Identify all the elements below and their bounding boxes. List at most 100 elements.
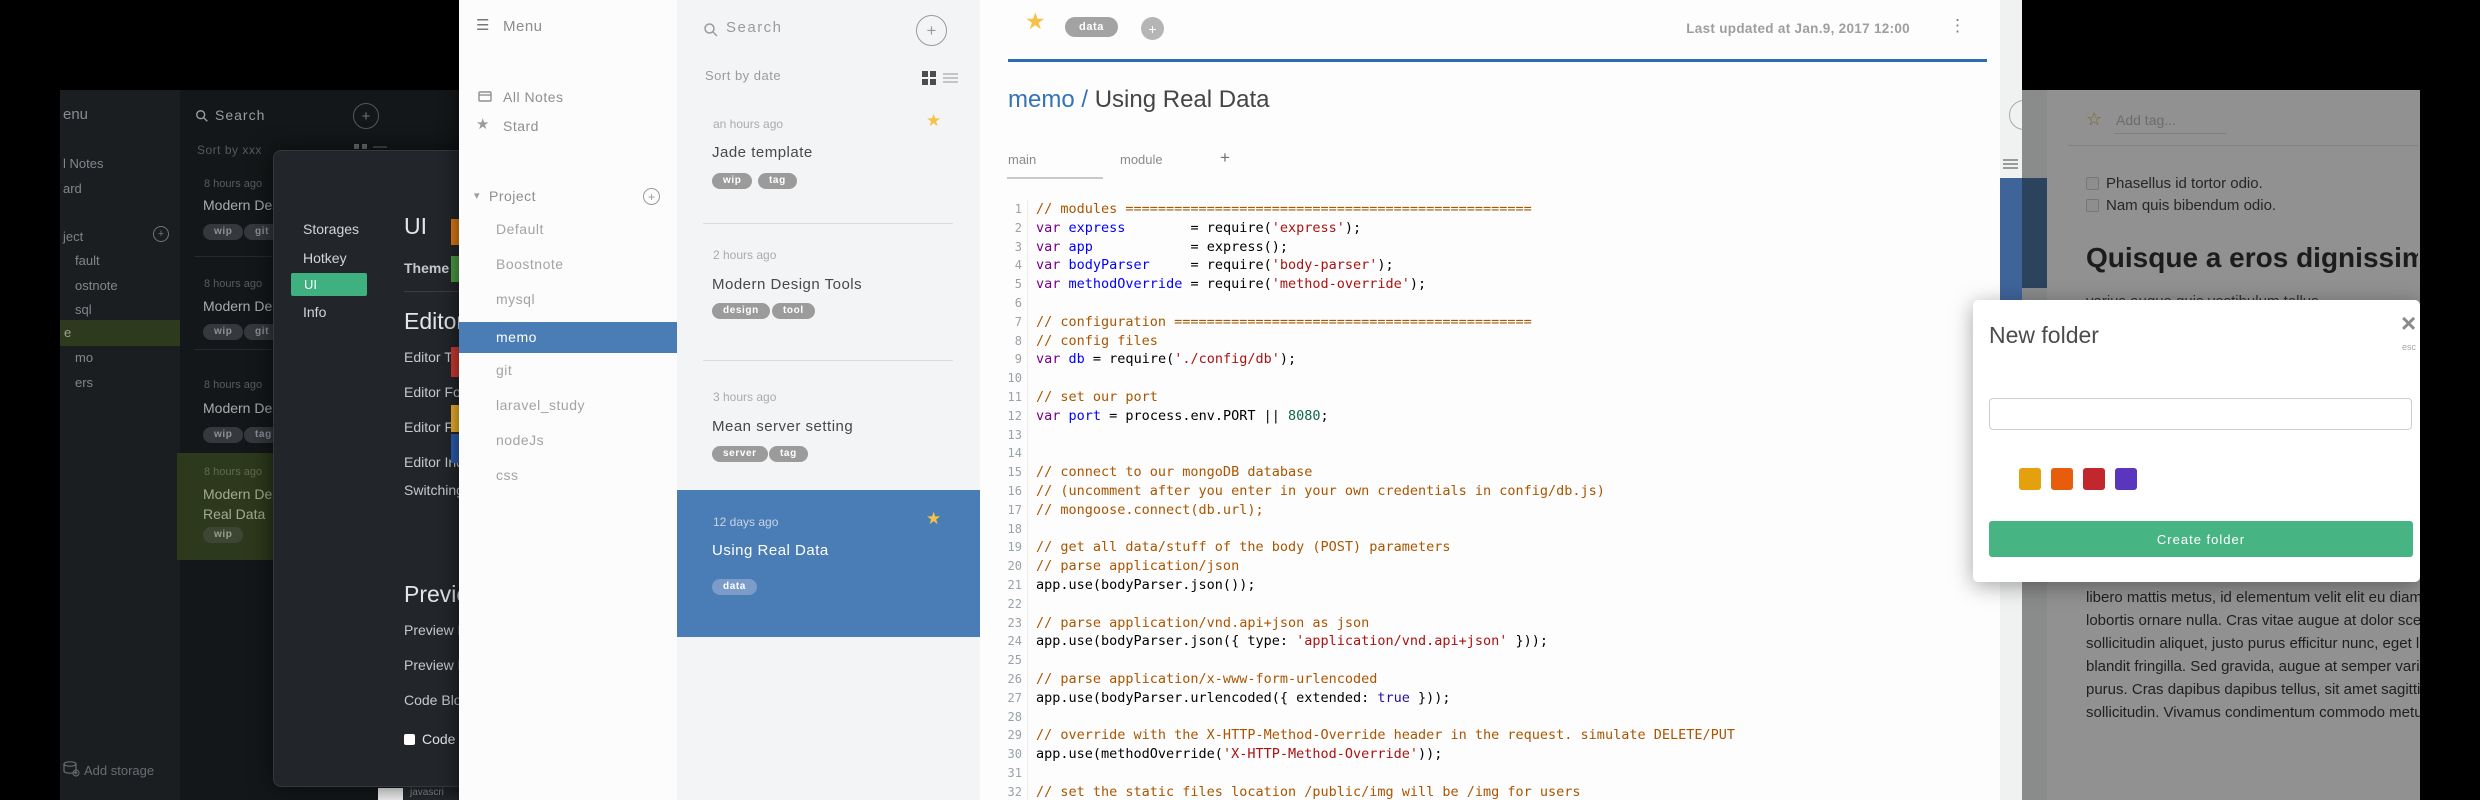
page-title[interactable]: Using Real Data xyxy=(1095,86,1270,113)
line-number: 22 xyxy=(1000,594,1028,614)
dark-folder[interactable]: fault xyxy=(75,253,100,268)
code-line: 6 xyxy=(1000,293,1735,313)
note-list-item-selected[interactable]: 12 days ago ★ Using Real Data data xyxy=(677,490,980,637)
line-number: 18 xyxy=(1000,519,1028,539)
code-line: 14 xyxy=(1000,444,1735,464)
code-text: // configuration =======================… xyxy=(1036,313,1532,330)
folder-item[interactable]: nodeJs xyxy=(496,432,544,448)
add-tab-button[interactable]: + xyxy=(1220,148,1230,168)
menu-label[interactable]: Menu xyxy=(503,18,543,35)
storage-icon xyxy=(63,761,80,777)
hamburger-icon[interactable]: ☰ xyxy=(476,16,489,34)
star-icon[interactable]: ★ xyxy=(1025,8,1046,35)
settings-checkbox[interactable] xyxy=(404,734,415,745)
kebab-menu-icon[interactable]: ⋮ xyxy=(1949,16,1966,36)
divider xyxy=(194,349,272,350)
folder-item[interactable]: css xyxy=(496,467,519,483)
folder-item-selected[interactable]: memo xyxy=(459,322,677,353)
search-icon xyxy=(196,110,208,122)
sort-select[interactable]: Sort by date xyxy=(705,68,781,83)
folder-item[interactable]: Boostnote xyxy=(496,256,564,272)
star-icon[interactable]: ★ xyxy=(926,509,941,529)
note-title[interactable]: Modern Des xyxy=(203,298,279,314)
dark-add-storage[interactable]: Add storage xyxy=(84,763,154,778)
divider xyxy=(703,223,953,224)
settings-row: Code Blo xyxy=(404,692,462,708)
breadcrumb-folder[interactable]: memo xyxy=(1008,86,1075,113)
close-icon[interactable]: × xyxy=(2401,308,2416,339)
note-title-line2: Real Data xyxy=(203,506,266,522)
settings-nav-hotkey[interactable]: Hotkey xyxy=(303,250,347,266)
new-note-button[interactable]: + xyxy=(916,15,947,46)
dark-folder-selected[interactable]: e xyxy=(60,320,180,346)
chevron-down-icon[interactable]: ▾ xyxy=(474,189,480,202)
dark-folder[interactable]: sql xyxy=(75,302,92,317)
menu-panel: ☰ Menu All Notes ★ Stard ▾ Project + Def… xyxy=(459,0,677,800)
note-title: Jade template xyxy=(712,144,813,161)
sidebar-item-starred[interactable]: Stard xyxy=(503,118,539,134)
line-number: 23 xyxy=(1000,613,1028,633)
note-title: Modern Design Tools xyxy=(712,276,863,293)
line-number: 21 xyxy=(1000,575,1028,595)
list-view-icon[interactable] xyxy=(943,71,958,85)
breadcrumb: memo / Using Real Data xyxy=(1008,86,1269,114)
note-title[interactable]: Modern Des xyxy=(203,197,279,213)
color-swatch[interactable] xyxy=(2019,468,2041,490)
tab-module[interactable]: module xyxy=(1120,152,1163,167)
folder-item[interactable]: mysql xyxy=(496,291,535,307)
settings-nav-info[interactable]: Info xyxy=(303,304,326,320)
dark-folder[interactable]: mo xyxy=(75,350,93,365)
color-swatch[interactable] xyxy=(2083,468,2105,490)
note-tag: tag xyxy=(769,446,808,462)
note-tag: tool xyxy=(772,303,815,319)
project-label[interactable]: Project xyxy=(489,188,536,204)
note-tag: wip xyxy=(203,324,244,340)
add-tag-button[interactable]: + xyxy=(1141,17,1164,40)
folder-item[interactable]: git xyxy=(496,362,512,378)
grid-view-icon[interactable] xyxy=(922,71,936,85)
settings-row: Preview F xyxy=(404,622,467,638)
code-text: // modules =============================… xyxy=(1036,201,1532,217)
dark-add-folder-button[interactable]: + xyxy=(153,226,169,242)
settings-nav-storages[interactable]: Storages xyxy=(303,221,359,237)
folder-item[interactable]: Default xyxy=(496,221,544,237)
modal-title: New folder xyxy=(1989,322,2099,348)
code-line: 28 xyxy=(1000,707,1735,727)
star-icon[interactable]: ★ xyxy=(926,111,941,131)
dark-menu-label[interactable]: enu xyxy=(63,106,88,123)
create-folder-button[interactable]: Create folder xyxy=(1989,521,2413,557)
all-notes-icon xyxy=(478,91,492,102)
settings-nav-ui-selected[interactable]: UI xyxy=(291,273,367,296)
add-folder-button[interactable]: + xyxy=(643,188,660,205)
dark-new-note-button[interactable]: + xyxy=(353,103,379,129)
code-editor[interactable]: 1 // modules ============================… xyxy=(1000,200,1735,800)
new-note-button[interactable] xyxy=(2009,100,2022,130)
color-swatch[interactable] xyxy=(2051,468,2073,490)
code-line: 17 // mongoose.connect(db.url); xyxy=(1000,500,1735,520)
code-text: var app = express(); xyxy=(1036,238,1288,255)
code-text: app.use(bodyParser.urlencoded({ extended… xyxy=(1036,689,1451,706)
folder-item[interactable]: laravel_study xyxy=(496,397,585,413)
search-input[interactable]: Search xyxy=(726,19,783,36)
sidebar-item-all-notes[interactable]: All Notes xyxy=(503,89,564,105)
code-line: 13 xyxy=(1000,425,1735,445)
note-title[interactable]: Modern Des xyxy=(203,400,279,416)
folder-name-input[interactable] xyxy=(1989,398,2412,430)
code-line: 12 var port = process.env.PORT || 8080; xyxy=(1000,406,1735,426)
line-number: 28 xyxy=(1000,707,1028,727)
dark-sort-select[interactable]: Sort by xxx xyxy=(197,143,262,157)
dark-folder[interactable]: ers xyxy=(75,375,93,390)
dark-folder[interactable]: ostnote xyxy=(75,278,118,293)
note-tag-badge[interactable]: data xyxy=(1065,17,1119,37)
line-number: 2 xyxy=(1000,218,1028,238)
tab-main[interactable]: main xyxy=(1008,152,1036,167)
dark-folder-selected-label: e xyxy=(64,325,72,340)
dark-search-input[interactable]: Search xyxy=(215,107,265,123)
dark-all-notes[interactable]: l Notes xyxy=(63,156,103,171)
dark-starred[interactable]: ard xyxy=(63,181,82,196)
color-swatch[interactable] xyxy=(2115,468,2137,490)
code-text: var express = require('express'); xyxy=(1036,219,1362,236)
dark-project-label[interactable]: ject xyxy=(63,229,83,244)
